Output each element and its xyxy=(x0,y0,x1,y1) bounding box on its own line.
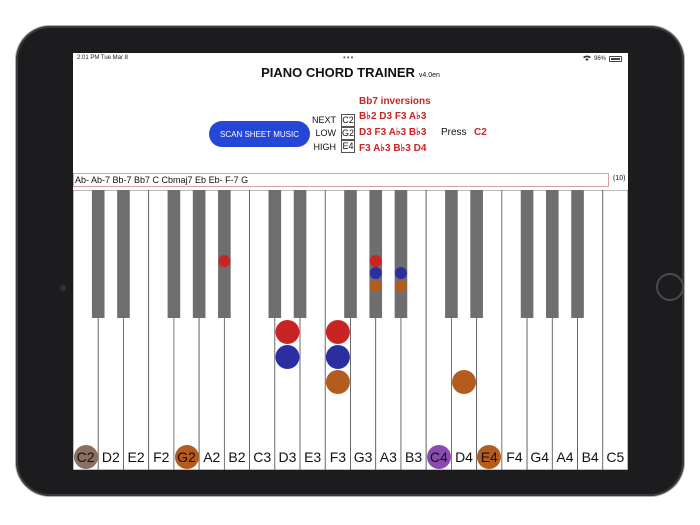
marker-dot xyxy=(275,345,300,369)
black-key-Asharp2[interactable] xyxy=(218,190,231,318)
inversion-line-3: F3 A♭3 B♭3 D4 xyxy=(359,143,427,154)
black-key-Dsharp2[interactable] xyxy=(117,190,130,318)
marker-dot xyxy=(369,280,382,292)
inversion-line-1: B♭2 D3 F3 A♭3 xyxy=(359,111,427,122)
inversion-line-2: D3 F3 A♭3 B♭3 xyxy=(359,127,427,138)
note-label-C5: C5 xyxy=(606,449,625,465)
chord-progression-field[interactable]: Ab- Ab-7 Bb-7 Bb7 C Cbmaj7 Eb Eb- F-7 G xyxy=(73,173,609,187)
marker-dot xyxy=(218,255,231,267)
app-title-row: PIANO CHORD TRAINER v4.0en xyxy=(73,65,628,80)
multitasking-dots[interactable]: ••• xyxy=(343,53,354,62)
marker-dot xyxy=(369,255,382,267)
next-label: NEXT xyxy=(311,115,336,125)
high-value[interactable]: E4 xyxy=(341,140,355,153)
low-value[interactable]: G2 xyxy=(341,127,355,140)
low-label: LOW xyxy=(315,128,336,138)
black-key-Asharp4[interactable] xyxy=(571,190,584,318)
black-key-Asharp3[interactable] xyxy=(394,190,408,318)
battery-icon xyxy=(609,56,622,62)
next-value[interactable]: C2 xyxy=(341,114,355,127)
progression-count: (10) xyxy=(613,175,626,182)
front-camera xyxy=(60,285,66,291)
wifi-icon xyxy=(582,55,591,63)
status-right: 96% xyxy=(582,55,622,63)
battery-percent: 96% xyxy=(593,56,606,62)
marker-dot xyxy=(325,320,350,344)
marker-dot xyxy=(275,320,300,344)
press-label: Press xyxy=(441,127,467,138)
press-note: C2 xyxy=(474,127,487,138)
high-label: HIGH xyxy=(313,142,337,152)
marker-dot xyxy=(452,370,477,394)
white-key-C5[interactable] xyxy=(602,190,628,470)
marker-dot xyxy=(325,370,350,394)
black-key-Dsharp3[interactable] xyxy=(293,190,307,318)
black-key-Csharp2[interactable] xyxy=(91,190,105,318)
black-key-Gsharp3[interactable] xyxy=(369,190,383,318)
black-key-Fsharp4[interactable] xyxy=(520,190,534,318)
note-label-strip: C2 D2 E2 F2 G2 A2 B2 C3 D3 E3 F3 G3 A3 B3 C4 D4 E4 F4 G4 A4… xyxy=(73,445,628,469)
black-key-Fsharp2[interactable] xyxy=(167,190,181,318)
black-key-Gsharp4[interactable] xyxy=(546,190,559,318)
black-key-Dsharp4[interactable] xyxy=(470,190,483,318)
marker-dot xyxy=(394,267,407,279)
status-bar: 2:01 PM Tue Mar 8 ••• 96% xyxy=(73,53,628,64)
marker-dot xyxy=(394,280,407,292)
app-title: PIANO CHORD TRAINER xyxy=(261,65,415,80)
app-screen: 2:01 PM Tue Mar 8 ••• 96% PIANO CHORD TR… xyxy=(73,53,628,470)
marker-dot xyxy=(369,267,382,279)
black-key-Csharp4[interactable] xyxy=(445,190,458,318)
home-button[interactable] xyxy=(656,273,684,301)
piano-keyboard[interactable] xyxy=(73,190,628,470)
status-time: 2:01 PM Tue Mar 8 xyxy=(77,55,129,61)
black-key-Gsharp2[interactable] xyxy=(192,190,206,318)
black-key-Csharp3[interactable] xyxy=(268,190,282,318)
black-key-Fsharp3[interactable] xyxy=(344,190,357,318)
marker-dot xyxy=(325,345,350,369)
app-version: v4.0en xyxy=(418,72,440,79)
inversions-title: Bb7 inversions xyxy=(359,96,431,107)
